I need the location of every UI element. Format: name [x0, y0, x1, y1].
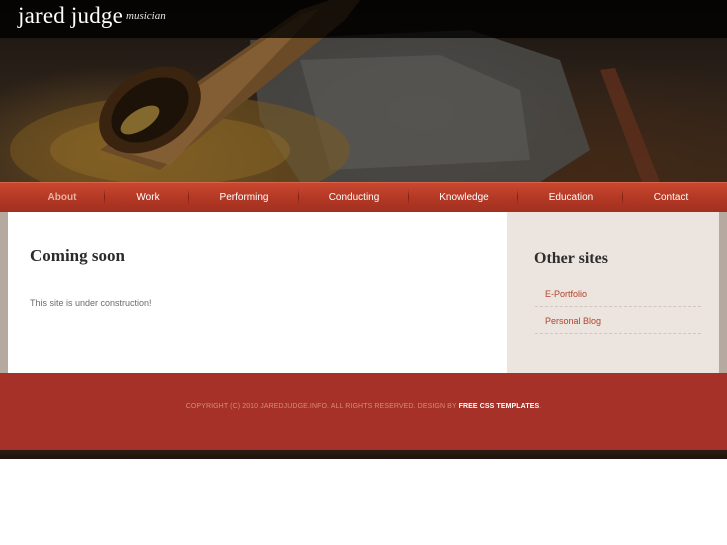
footer: COPYRIGHT (C) 2010 JAREDJUDGE.INFO. ALL …	[0, 373, 727, 450]
footer-copyright: COPYRIGHT (C) 2010 JAREDJUDGE.INFO. ALL …	[0, 403, 727, 410]
main-content: Coming soon This site is under construct…	[8, 212, 507, 373]
copyright-suffix: .	[539, 403, 542, 410]
header-banner: jared judge musician	[0, 0, 727, 182]
sidebar-links: E-Portfolio Personal Blog	[535, 280, 701, 334]
copyright-text: COPYRIGHT (C) 2010 JAREDJUDGE.INFO. ALL …	[185, 403, 459, 410]
nav-divider	[622, 189, 623, 205]
main-nav: About Work Performing Conducting Knowled…	[0, 182, 727, 212]
nav-item-education[interactable]: Education	[521, 183, 621, 213]
footer-bottom-bar	[0, 450, 727, 459]
page-text: This site is under construction!	[30, 298, 152, 308]
list-item: Personal Blog	[535, 307, 701, 334]
nav-item-performing[interactable]: Performing	[192, 183, 296, 213]
footer-link-free-css-templates[interactable]: FREE CSS TEMPLATES	[459, 403, 540, 410]
site-title[interactable]: jared judge	[18, 3, 123, 29]
sidebar: Other sites E-Portfolio Personal Blog	[507, 212, 719, 373]
site-tagline: musician	[126, 10, 166, 22]
nav-item-about[interactable]: About	[22, 183, 102, 213]
nav-divider	[188, 189, 189, 205]
nav-item-conducting[interactable]: Conducting	[302, 183, 406, 213]
sidebar-title: Other sites	[534, 250, 608, 267]
nav-divider	[517, 189, 518, 205]
nav-item-contact[interactable]: Contact	[626, 183, 716, 213]
nav-item-knowledge[interactable]: Knowledge	[412, 183, 516, 213]
header-bar: jared judge musician	[0, 0, 727, 38]
page-title: Coming soon	[30, 246, 125, 265]
nav-divider	[104, 189, 105, 205]
nav-divider	[298, 189, 299, 205]
sidebar-link-personal-blog[interactable]: Personal Blog	[545, 316, 601, 326]
nav-item-work[interactable]: Work	[108, 183, 188, 213]
list-item: E-Portfolio	[535, 280, 701, 307]
nav-divider	[408, 189, 409, 205]
sidebar-link-eportfolio[interactable]: E-Portfolio	[545, 289, 587, 299]
